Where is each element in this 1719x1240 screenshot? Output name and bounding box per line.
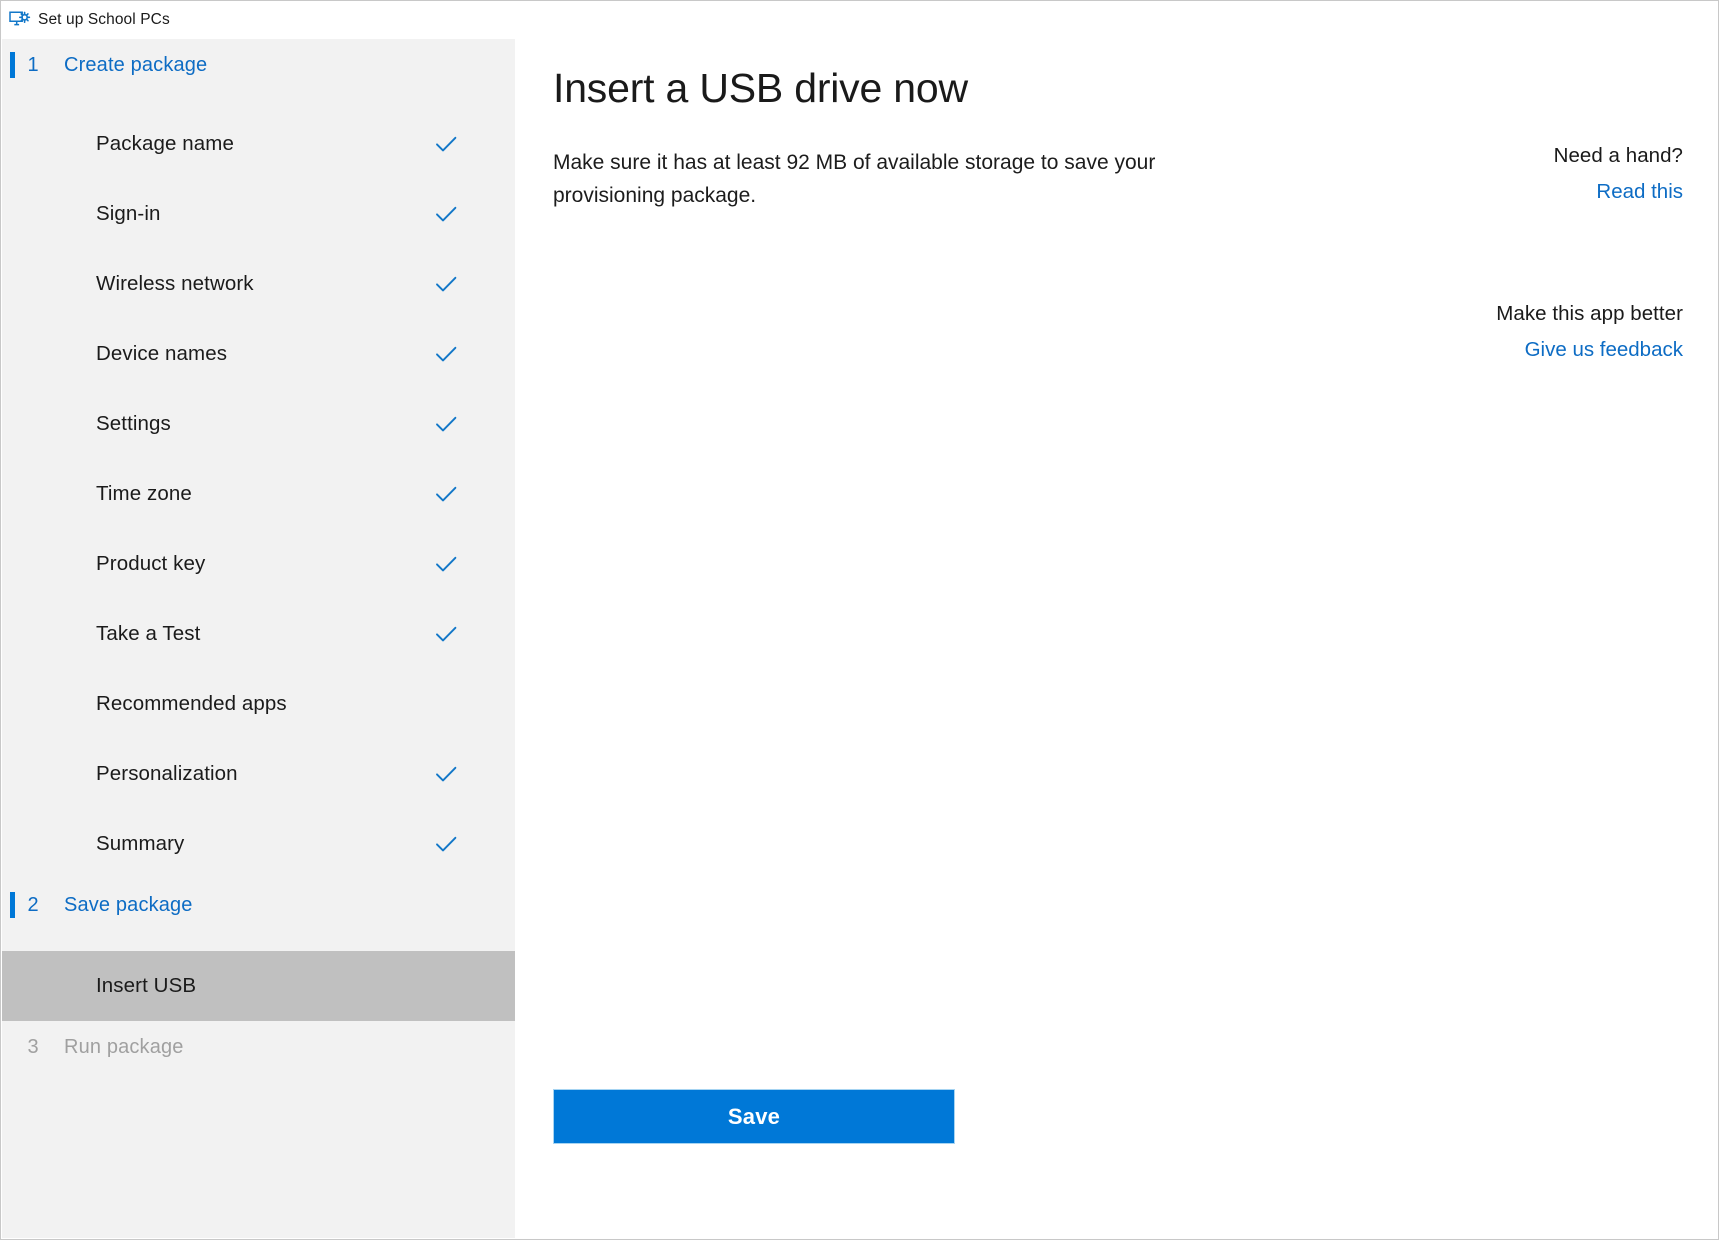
sidebar-item-label: Summary xyxy=(96,832,433,856)
main-content: Insert a USB drive now Make sure it has … xyxy=(515,39,1717,1238)
sidebar: 1 Create package Package name Sign-in Wi… xyxy=(2,39,515,1238)
section-label: Run package xyxy=(64,1036,184,1059)
check-icon xyxy=(433,481,459,507)
section-label: Save package xyxy=(64,894,193,917)
save-button[interactable]: Save xyxy=(553,1089,955,1144)
monitor-gear-icon xyxy=(9,10,31,30)
check-icon xyxy=(433,831,459,857)
sidebar-item-product-key[interactable]: Product key xyxy=(2,529,515,599)
sidebar-section-create-package[interactable]: 1 Create package xyxy=(2,39,515,91)
sidebar-spacer xyxy=(2,931,515,951)
check-icon xyxy=(433,341,459,367)
sidebar-item-settings[interactable]: Settings xyxy=(2,389,515,459)
sidebar-section-save-package[interactable]: 2 Save package xyxy=(2,879,515,931)
section-label: Create package xyxy=(64,54,207,77)
sidebar-item-sign-in[interactable]: Sign-in xyxy=(2,179,515,249)
sidebar-item-wireless-network[interactable]: Wireless network xyxy=(2,249,515,319)
sidebar-item-recommended-apps[interactable]: Recommended apps xyxy=(2,669,515,739)
sidebar-item-label: Product key xyxy=(96,552,433,576)
page-title: Insert a USB drive now xyxy=(553,65,968,112)
help-block-feedback: Make this app better Give us feedback xyxy=(1353,302,1683,362)
sidebar-item-summary[interactable]: Summary xyxy=(2,809,515,879)
window-title: Set up School PCs xyxy=(38,11,170,29)
help-rail: Need a hand? Read this Make this app bet… xyxy=(1353,144,1683,362)
check-icon xyxy=(433,761,459,787)
sidebar-item-label: Package name xyxy=(96,132,433,156)
check-icon xyxy=(433,621,459,647)
sidebar-item-device-names[interactable]: Device names xyxy=(2,319,515,389)
check-icon xyxy=(433,271,459,297)
sidebar-item-package-name[interactable]: Package name xyxy=(2,109,515,179)
sidebar-item-label: Personalization xyxy=(96,762,433,786)
help-heading: Need a hand? xyxy=(1353,144,1683,168)
read-this-link[interactable]: Read this xyxy=(1596,180,1683,204)
sidebar-item-label: Device names xyxy=(96,342,433,366)
sidebar-item-label: Time zone xyxy=(96,482,433,506)
check-icon xyxy=(433,131,459,157)
help-heading: Make this app better xyxy=(1353,302,1683,326)
give-feedback-link[interactable]: Give us feedback xyxy=(1525,338,1683,362)
sidebar-item-label: Wireless network xyxy=(96,272,433,296)
sidebar-item-label: Settings xyxy=(96,412,433,436)
sidebar-item-label: Recommended apps xyxy=(96,692,433,716)
page-description: Make sure it has at least 92 MB of avail… xyxy=(553,147,1193,212)
sidebar-spacer xyxy=(2,91,515,109)
app-window: Set up School PCs 1 Create package Packa… xyxy=(0,0,1719,1240)
sidebar-item-take-a-test[interactable]: Take a Test xyxy=(2,599,515,669)
help-block-support: Need a hand? Read this xyxy=(1353,144,1683,204)
sidebar-item-insert-usb[interactable]: Insert USB xyxy=(2,951,515,1021)
sidebar-item-label: Insert USB xyxy=(96,974,433,998)
sidebar-item-personalization[interactable]: Personalization xyxy=(2,739,515,809)
sidebar-item-time-zone[interactable]: Time zone xyxy=(2,459,515,529)
sidebar-item-label: Take a Test xyxy=(96,622,433,646)
section-accent-bar xyxy=(10,892,15,918)
sidebar-section-run-package: 3 Run package xyxy=(2,1021,515,1073)
sidebar-item-label: Sign-in xyxy=(96,202,433,226)
section-number: 3 xyxy=(2,1036,64,1059)
title-bar: Set up School PCs xyxy=(1,1,1718,39)
check-icon xyxy=(433,411,459,437)
check-icon xyxy=(433,201,459,227)
section-accent-bar xyxy=(10,52,15,78)
check-icon xyxy=(433,551,459,577)
